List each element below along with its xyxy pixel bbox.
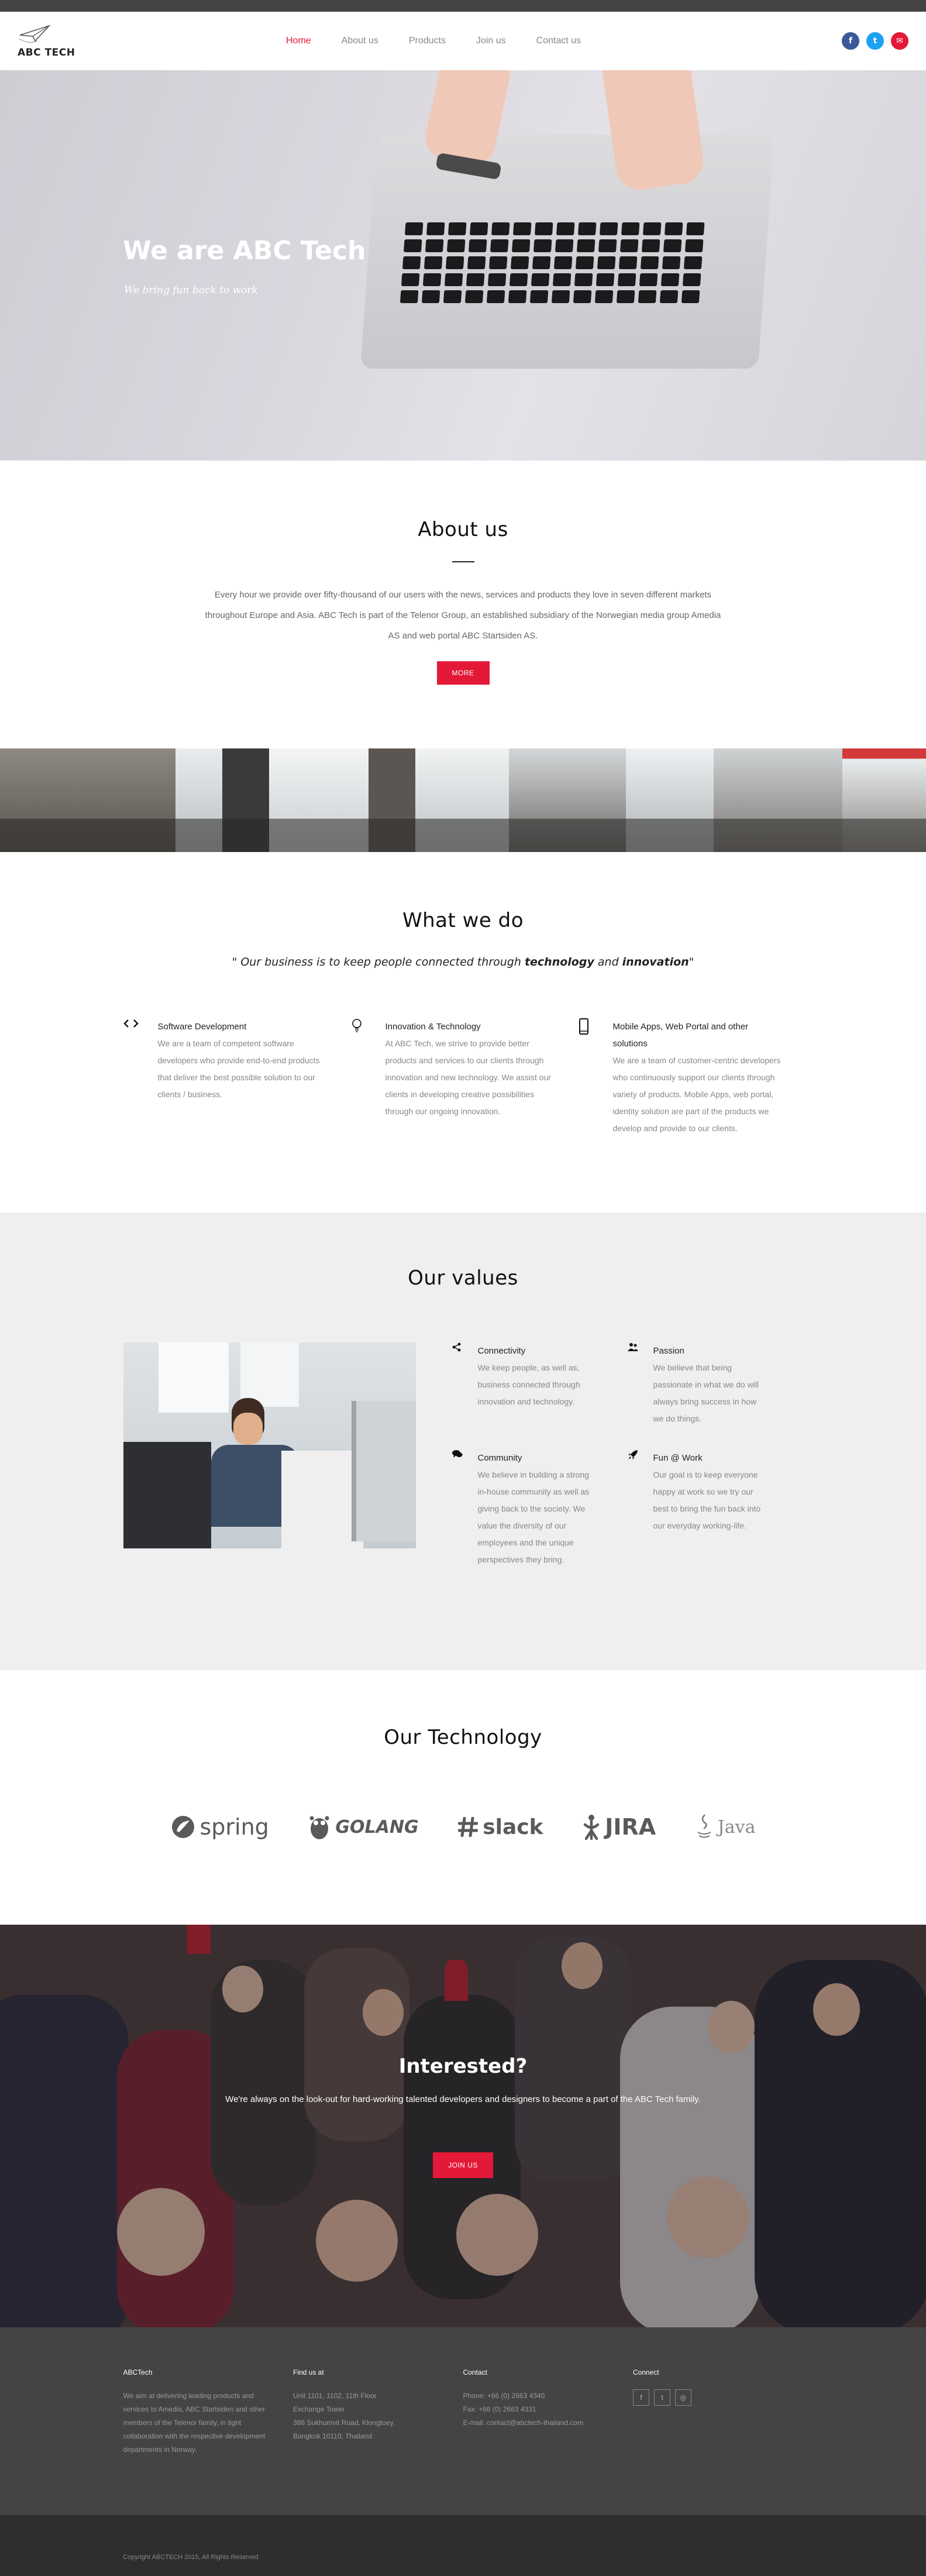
jira-logo-icon: JIRA xyxy=(583,1814,656,1840)
section-divider xyxy=(452,561,474,562)
interested-content: Interested? We're always on the look-out… xyxy=(0,2055,926,2178)
service-innovation: Innovation & Technology At ABC Tech, we s… xyxy=(351,1018,579,1137)
slack-logo-icon: slack xyxy=(458,1815,543,1839)
footer-about: ABCTech We aim at delivering leading pro… xyxy=(123,2368,294,2457)
nav-about-us[interactable]: About us xyxy=(342,36,378,46)
interested-text: We're always on the look-out for hard-wo… xyxy=(225,2094,701,2104)
contact-fax: Fax: +66 (0) 2663 4331 xyxy=(463,2405,536,2413)
header-social: f t ✉ xyxy=(842,32,908,50)
email-icon[interactable]: ✉ xyxy=(891,32,908,50)
footer-about-text: We aim at delivering leading products an… xyxy=(123,2392,266,2454)
values-list: Connectivity We keep people, as well as, … xyxy=(452,1342,803,1568)
what-we-do-title: What we do xyxy=(402,909,524,932)
nav-home[interactable]: Home xyxy=(286,36,311,46)
hero-title: We are ABC Tech xyxy=(123,236,366,266)
technology-logos: spring GOLANG slack JIRA Java xyxy=(153,1813,773,1840)
contact-phone: Phone: +66 (0) 2663 4340 xyxy=(463,2392,545,2400)
value-connectivity: Connectivity We keep people, as well as, … xyxy=(452,1342,628,1427)
footer-address: Find us at Unit 1101, 1102, 11th Floor E… xyxy=(293,2368,463,2457)
twitter-icon[interactable]: t xyxy=(654,2389,670,2406)
about-section: About us Every hour we provide over fift… xyxy=(0,461,926,748)
copyright-text: Copyright ABCTECH 2015, All Rights Reser… xyxy=(0,2515,926,2576)
facebook-icon[interactable]: f xyxy=(633,2389,649,2406)
nav-join-us[interactable]: Join us xyxy=(476,36,506,46)
about-title: About us xyxy=(418,518,508,541)
about-text: Every hour we provide over fifty-thousan… xyxy=(205,590,721,641)
golang-logo-icon: GOLANG xyxy=(308,1813,419,1840)
users-icon xyxy=(627,1342,639,1427)
value-title: Community xyxy=(477,1453,522,1463)
value-title: Fun @ Work xyxy=(653,1453,703,1463)
join-us-button[interactable]: JOIN US xyxy=(433,2152,493,2178)
values-title: Our values xyxy=(408,1266,518,1290)
lightbulb-icon xyxy=(351,1018,371,1137)
interested-section: Interested? We're always on the look-out… xyxy=(0,1925,926,2327)
mission-quote: " Our business is to keep people connect… xyxy=(232,956,694,968)
value-text: We keep people, as well as, business con… xyxy=(477,1363,580,1406)
paper-plane-icon xyxy=(18,25,51,43)
value-text: We believe in building a strong in-house… xyxy=(477,1470,590,1564)
main-nav: Home About us Products Join us Contact u… xyxy=(286,36,581,46)
values-content: Connectivity We keep people, as well as, … xyxy=(123,1342,803,1568)
values-section: Our values Connectivity We keep people, a… xyxy=(0,1213,926,1670)
footer-connect: Connect f t ◎ xyxy=(633,2368,803,2457)
logo-text: ABC TECH xyxy=(18,47,75,59)
service-software-development: Software Development We are a team of com… xyxy=(123,1018,351,1137)
top-strip xyxy=(0,0,926,12)
technology-title: Our Technology xyxy=(384,1726,542,1749)
site-header: ABC TECH Home About us Products Join us … xyxy=(0,12,926,70)
value-community: Community We believe in building a strong… xyxy=(452,1450,628,1568)
technology-section: Our Technology spring GOLANG slack JIRA … xyxy=(0,1670,926,1925)
address-line: Bangkok 10110, Thailand xyxy=(293,2432,372,2440)
footer-heading: Contact xyxy=(463,2368,487,2376)
footer-contact: Contact Phone: +66 (0) 2663 4340 Fax: +6… xyxy=(463,2368,634,2457)
value-title: Connectivity xyxy=(477,1346,526,1356)
footer-heading: Find us at xyxy=(293,2368,324,2376)
code-icon xyxy=(123,1018,144,1137)
service-text: We are a team of competent software deve… xyxy=(157,1039,320,1099)
service-title: Innovation & Technology xyxy=(385,1022,481,1032)
java-logo-icon: Java xyxy=(696,1813,756,1840)
value-passion: Passion We believe that being passionate … xyxy=(627,1342,803,1427)
hero-laptop-image xyxy=(360,135,774,369)
service-text: At ABC Tech, we strive to provide better… xyxy=(385,1039,552,1116)
nav-products[interactable]: Products xyxy=(409,36,446,46)
value-title: Passion xyxy=(653,1346,684,1356)
address-line: Unit 1101, 1102, 11th Floor xyxy=(293,2392,377,2400)
value-fun-at-work: Fun @ Work Our goal is to keep everyone h… xyxy=(628,1450,803,1568)
office-photo-strip xyxy=(0,748,926,852)
service-title: Mobile Apps, Web Portal and other soluti… xyxy=(612,1022,749,1049)
value-text: We believe that being passionate in what… xyxy=(653,1363,759,1423)
more-button[interactable]: MORE xyxy=(436,661,490,685)
instagram-icon[interactable]: ◎ xyxy=(675,2389,691,2406)
hero-banner: We are ABC Tech We bring fun back to wor… xyxy=(0,70,926,461)
site-logo[interactable]: ABC TECH xyxy=(18,23,76,59)
address-line: 388 Sukhumvit Road, Klongtoey, xyxy=(293,2419,395,2427)
service-text: We are a team of customer-centric develo… xyxy=(612,1056,781,1133)
office-worker-photo xyxy=(123,1342,416,1548)
value-text: Our goal is to keep everyone happy at wo… xyxy=(653,1470,761,1530)
service-title: Software Development xyxy=(157,1022,247,1032)
comments-icon xyxy=(452,1450,464,1568)
nav-contact-us[interactable]: Contact us xyxy=(536,36,581,46)
site-footer: ABCTech We aim at delivering leading pro… xyxy=(0,2327,926,2515)
mobile-icon xyxy=(579,1018,599,1137)
facebook-icon[interactable]: f xyxy=(842,32,859,50)
interested-title: Interested? xyxy=(398,2055,528,2078)
footer-heading: ABCTech xyxy=(123,2368,153,2376)
service-mobile-apps: Mobile Apps, Web Portal and other soluti… xyxy=(579,1018,806,1137)
rocket-icon xyxy=(628,1450,639,1568)
footer-heading: Connect xyxy=(633,2368,659,2376)
share-icon xyxy=(452,1342,464,1427)
services-list: Software Development We are a team of com… xyxy=(123,1018,803,1137)
spring-logo-icon: spring xyxy=(171,1814,269,1840)
contact-email[interactable]: E-mail: contact@abctech-thailand.com xyxy=(463,2416,607,2430)
hero-subtitle: We bring fun back to work xyxy=(124,284,258,296)
twitter-icon[interactable]: t xyxy=(866,32,884,50)
address-line: Exchange Tower xyxy=(293,2405,345,2413)
what-we-do-section: What we do " Our business is to keep peo… xyxy=(0,852,926,1213)
